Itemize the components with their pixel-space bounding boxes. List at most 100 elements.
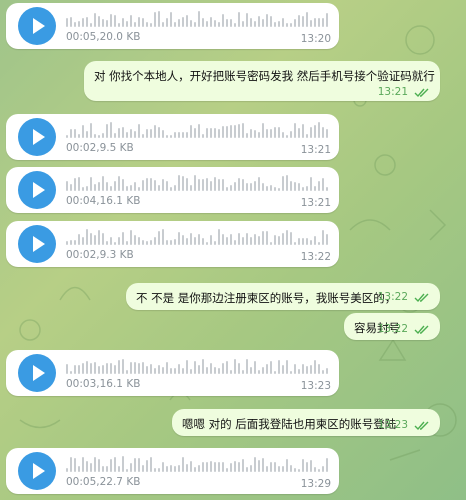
waveform-bar [306,12,308,27]
waveform-bar [158,185,160,191]
waveform-bar [122,179,124,191]
waveform-bar [314,186,316,191]
waveform-bar [158,468,160,472]
waveform-bar [98,182,100,191]
waveform-bar [78,177,80,191]
play-icon[interactable] [18,118,56,156]
waveform-bar [250,465,252,472]
waveform-bar [206,462,208,472]
waveform-bar [166,240,168,245]
waveform-bar [126,469,128,472]
waveform-bar [246,359,248,374]
waveform-bar [230,463,232,472]
waveform-bar [222,363,224,374]
waveform-bar [74,22,76,27]
waveform-bar [298,15,300,27]
waveform-bar [186,132,188,138]
voice-message[interactable]: 00:05,20.0 KB 13:20 [6,3,339,49]
play-icon[interactable] [18,354,56,392]
voice-message[interactable]: 00:05,22.7 KB 13:29 [6,448,339,494]
waveform-bar [194,175,196,191]
waveform-bar [310,20,312,27]
waveform-bar [94,362,96,374]
waveform-bar [226,19,228,27]
waveform-bar [290,131,292,138]
waveform-bar [290,23,292,27]
waveform-bar [266,466,268,472]
waveform-bar [90,463,92,472]
message-time: 13:21 [300,144,331,156]
waveform-bar [170,12,172,27]
waveform-bar [202,359,204,374]
waveform-bar [282,18,284,27]
waveform-bar [186,178,188,191]
waveform-bar [146,460,148,472]
waveform-bar [302,124,304,138]
message-time: 13:22 [377,291,408,303]
waveform-bar [74,178,76,191]
waveform-bar [158,11,160,27]
waveform-bar [254,21,256,27]
waveform-bar [154,468,156,472]
waveform-bar [154,180,156,191]
waveform-bar [286,360,288,374]
waveform-bar [326,13,328,27]
waveform-bar [186,464,188,472]
waveform-bar [94,13,96,27]
waveform-bar [254,130,256,138]
waveform-bar [198,124,200,138]
waveform-bar [302,187,304,191]
waveform-bar [106,466,108,472]
waveform-bar [70,371,72,374]
message-time: 13:22 [377,323,408,335]
waveform-bar [162,22,164,27]
waveform-bar [250,237,252,245]
waveform-bar [242,459,244,472]
outgoing-message[interactable]: 不 不是 是你那边注册柬区的账号，我账号美区的， 13:22 [126,283,440,310]
message-text: 对 你找个本地人，开好把账号密码发我 然后手机号接个验证码就行 [94,69,435,83]
voice-meta: 00:03,16.1 KB [66,378,141,390]
voice-message[interactable]: 00:02,9.3 KB 13:22 [6,221,339,267]
waveform-bar [234,23,236,27]
voice-message[interactable]: 00:03,16.1 KB 13:23 [6,350,339,396]
waveform-bar [134,235,136,245]
waveform-bar [314,18,316,27]
outgoing-message[interactable]: 嗯嗯 对的 后面我登陆也用柬区的账号登陆 13:23 [172,409,440,436]
waveform-bar [178,132,180,138]
waveform-bar [306,238,308,245]
waveform-bar [114,15,116,27]
waveform-bar [246,183,248,191]
voice-message[interactable]: 00:04,16.1 KB 13:21 [6,167,339,213]
waveform-bar [130,15,132,27]
waveform-bar [98,230,100,245]
waveform-bar [82,363,84,374]
waveform-bar [270,16,272,27]
waveform-bar [182,368,184,374]
outgoing-message[interactable]: 对 你找个本地人，开好把账号密码发我 然后手机号接个验证码就行 13:21 [84,61,440,101]
play-icon[interactable] [18,171,56,209]
waveform-bar [298,183,300,191]
voice-message[interactable]: 00:02,9.5 KB 13:21 [6,114,339,160]
read-icon [414,421,430,431]
waveform-bar [270,242,272,245]
waveform-bar [178,19,180,27]
waveform-bar [182,176,184,191]
waveform-bar [194,237,196,245]
waveform-bar [202,134,204,138]
waveform-bar [258,16,260,27]
waveform-bar [238,124,240,138]
waveform-bar [278,236,280,245]
play-icon[interactable] [18,452,56,490]
waveform-bar [142,180,144,191]
waveform-bar [154,12,156,27]
waveform-bar [126,132,128,138]
waveform-bar [94,184,96,191]
play-icon[interactable] [18,225,56,263]
outgoing-message[interactable]: 容易封号 13:22 [344,313,440,340]
waveform-bar [234,461,236,472]
waveform-bar [86,461,88,472]
waveform-bar [110,122,112,138]
waveform-bar [226,468,228,472]
play-icon[interactable] [18,7,56,45]
read-icon [414,293,430,303]
